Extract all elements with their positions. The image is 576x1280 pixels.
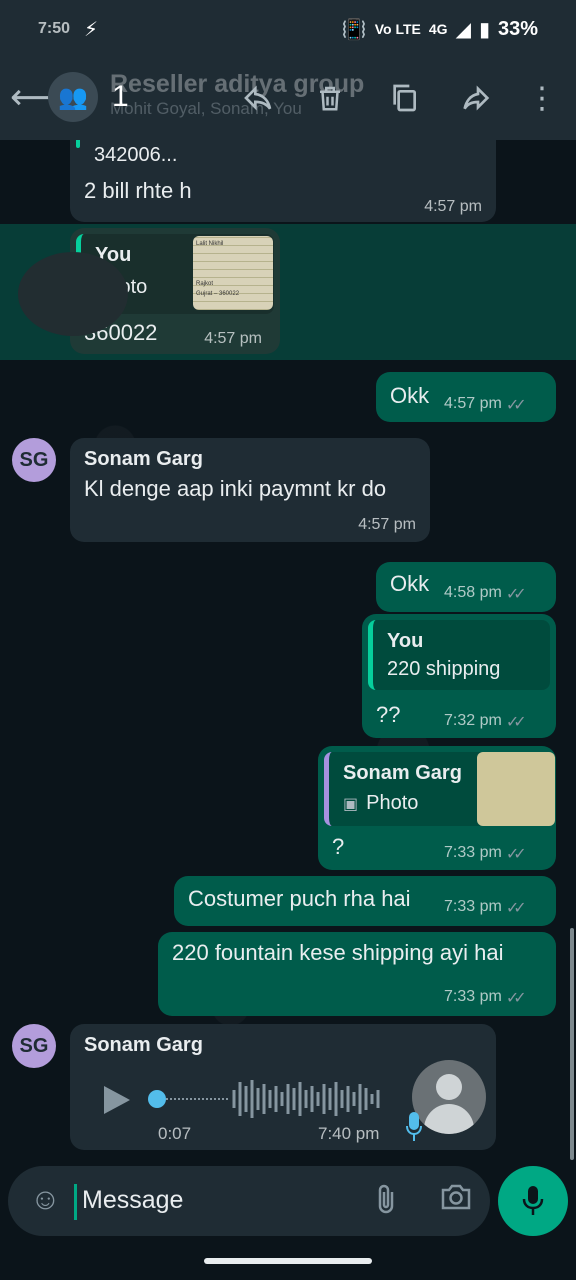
voice-sender-avatar	[412, 1060, 486, 1134]
message-partial-text: 342006...	[94, 144, 178, 166]
double-check-icon: ✓✓	[505, 714, 527, 731]
network-label: 4G	[428, 21, 448, 37]
double-check-icon: ✓✓	[505, 586, 527, 603]
message-text: Costumer puch rha hai	[188, 886, 411, 911]
message-time: 7:33 pm	[444, 898, 502, 915]
message-input[interactable]: Message	[82, 1186, 183, 1215]
play-icon[interactable]	[102, 1084, 132, 1116]
double-check-icon: ✓✓	[505, 990, 527, 1007]
message-bubble[interactable]: 220 fountain kese shipping ayi hai 7:33 …	[158, 932, 556, 1016]
message-meta: 7:33 pm ✓✓	[444, 844, 527, 864]
message-time: 4:58 pm	[444, 584, 502, 601]
copy-icon[interactable]	[384, 78, 424, 118]
sender-name: Sonam Garg	[84, 1034, 203, 1056]
message-time: 7:33 pm	[444, 988, 502, 1005]
double-check-icon: ✓✓	[505, 397, 527, 414]
thumb-line: Gujrat – 360022	[196, 291, 240, 297]
quote-thumbnail: Lalit Nikhil Rajkot Gujrat – 360022	[193, 236, 273, 310]
attach-icon[interactable]	[374, 1182, 398, 1216]
message-meta: 7:33 pm ✓✓	[444, 898, 527, 918]
seek-track[interactable]	[166, 1098, 228, 1100]
seek-knob[interactable]	[148, 1090, 166, 1108]
camera-icon[interactable]	[440, 1182, 472, 1212]
message-meta: 4:57 pm ✓✓	[444, 395, 527, 415]
message-text: ??	[376, 702, 401, 727]
signal-icon: ◢	[455, 18, 471, 41]
reply-icon[interactable]	[238, 78, 278, 118]
message-bubble[interactable]: Okk 4:58 pm ✓✓	[376, 562, 556, 612]
status-right: 📳 Vo LTE 4G ◢ ▮ 33%	[342, 17, 538, 42]
image-icon: ▣	[343, 795, 359, 813]
message-time: 7:33 pm	[444, 844, 502, 861]
sender-avatar[interactable]: SG	[12, 438, 56, 482]
quote-text: Photo	[366, 792, 419, 814]
volte-label: Vo LTE	[374, 21, 421, 37]
status-bar: 7:50 ⚡ 📳 Vo LTE 4G ◢ ▮ 33%	[0, 0, 576, 58]
scrollbar[interactable]	[570, 928, 574, 1160]
message-bubble[interactable]: 342006... 2 bill rhte h 4:57 pm	[70, 140, 496, 222]
vibrate-icon: 📳	[341, 18, 367, 41]
double-check-icon: ✓✓	[505, 846, 527, 863]
message-time: 4:57 pm	[358, 516, 416, 533]
message-text: Kl denge aap inki paymnt kr do	[84, 476, 387, 501]
quote-bar	[76, 140, 80, 148]
redacted-blob	[18, 252, 128, 336]
chat-area: 342006... 2 bill rhte h 4:57 pm You Phot…	[0, 140, 576, 1160]
message-time: 7:32 pm	[444, 712, 502, 729]
message-text: Okk	[390, 383, 430, 408]
quote-thumbnail	[477, 752, 555, 826]
message-text: 2 bill rhte h	[84, 178, 192, 203]
message-bubble[interactable]: Sonam Garg Kl denge aap inki paymnt kr d…	[70, 438, 430, 542]
message-bubble[interactable]: Costumer puch rha hai 7:33 pm ✓✓	[174, 876, 556, 926]
voice-duration: 0:07	[158, 1124, 192, 1143]
message-meta: 7:33 pm ✓✓	[444, 988, 527, 1008]
waveform	[232, 1080, 380, 1118]
double-check-icon: ✓✓	[505, 900, 527, 917]
message-bubble[interactable]: Okk 4:57 pm ✓✓	[376, 372, 556, 422]
message-text: 220 fountain kese shipping ayi hai	[172, 940, 504, 965]
message-meta: 4:58 pm ✓✓	[444, 584, 527, 604]
message-time: 7:40 pm	[318, 1124, 380, 1143]
thumb-line: Rajkot	[196, 281, 214, 287]
quote-sender: Sonam Garg	[343, 762, 462, 784]
sender-name: Sonam Garg	[84, 448, 203, 470]
mic-icon	[522, 1186, 544, 1215]
quoted-message[interactable]: Sonam Garg ▣ Photo	[324, 752, 555, 826]
app-notification-icon: ⚡	[84, 18, 99, 41]
message-time: 4:57 pm	[424, 198, 482, 215]
text-cursor	[74, 1184, 77, 1220]
emoji-icon[interactable]: ☺	[30, 1183, 61, 1217]
sender-avatar[interactable]: SG	[12, 1024, 56, 1068]
thumb-line: Lalit Nikhil	[196, 241, 224, 247]
message-text: ?	[332, 834, 345, 859]
message-time: 4:57 pm	[444, 395, 502, 412]
selection-action-bar: Reseller aditya group Mohit Goyal, Sonam…	[0, 58, 576, 140]
battery-icon: ▮	[478, 18, 490, 41]
quoted-message[interactable]: You 220 shipping	[368, 620, 550, 690]
forward-icon[interactable]	[458, 78, 498, 118]
message-time: 4:57 pm	[204, 330, 262, 347]
more-icon[interactable]: ⋮	[522, 78, 562, 118]
status-time: 7:50	[38, 20, 71, 37]
message-bubble[interactable]: You 220 shipping ?? 7:32 pm ✓✓	[362, 614, 556, 738]
message-bubble[interactable]: Sonam Garg ▣ Photo ? 7:33 pm ✓✓	[318, 746, 556, 870]
message-text: Okk	[390, 571, 430, 596]
home-indicator[interactable]	[204, 1258, 372, 1264]
voice-record-button[interactable]	[498, 1166, 568, 1236]
group-avatar-icon[interactable]: 👥	[48, 72, 98, 122]
quote-photo-row: ▣ Photo	[343, 792, 418, 815]
selected-count: 1	[112, 80, 129, 113]
mic-small-icon	[406, 1112, 422, 1142]
message-input-bar[interactable]: ☺ Message	[8, 1166, 490, 1236]
battery-percent: 33%	[497, 17, 538, 40]
voice-message-bubble[interactable]: Sonam Garg 0:07 7:40 pm	[70, 1024, 496, 1150]
delete-icon[interactable]	[310, 78, 350, 118]
quote-text: 220 shipping	[387, 658, 501, 680]
message-meta: 7:32 pm ✓✓	[444, 712, 527, 732]
quote-sender: You	[387, 630, 424, 652]
